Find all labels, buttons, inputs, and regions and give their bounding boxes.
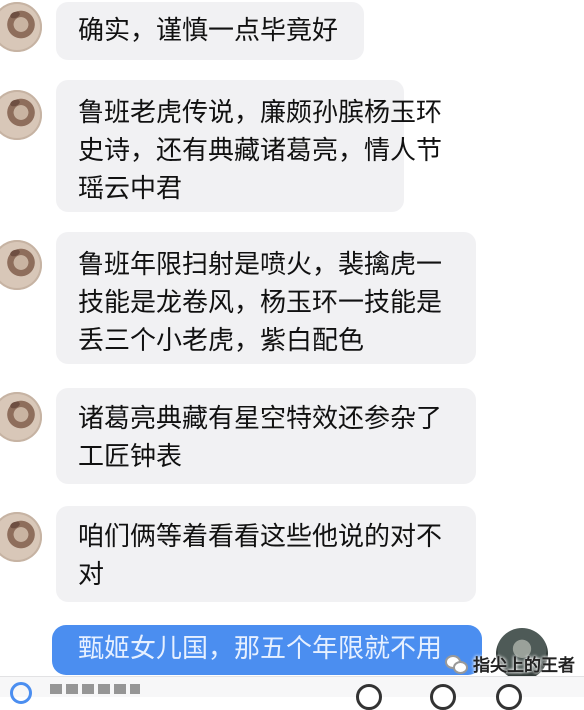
message-text: 史诗，还有典藏诸葛亮，情人节 xyxy=(78,136,443,166)
message-text: 鲁班年限扫射是喷火，裴擒虎一 xyxy=(78,250,443,280)
contact-avatar[interactable] xyxy=(0,90,42,140)
message-text: 工匠钟表 xyxy=(78,442,183,472)
message-text: 瑶云中君 xyxy=(78,174,183,204)
watermark-text: 指尖上的王者 xyxy=(473,655,575,676)
more-icon[interactable] xyxy=(430,684,456,710)
message-bubble: 确实，谨慎一点毕竟好 xyxy=(56,2,364,60)
message-text: 对 xyxy=(78,560,105,590)
message-bubble: 鲁班年限扫射是喷火，裴擒虎一 技能是龙卷风，杨玉环一技能是 丢三个小老虎，紫白配… xyxy=(56,232,476,364)
emoji-icon[interactable] xyxy=(356,684,382,710)
message-bubble: 咱们俩等着看看这些他说的对不 对 xyxy=(56,506,476,602)
message-text: 技能是龙卷风，杨玉环一技能是 xyxy=(78,288,443,318)
contact-avatar[interactable] xyxy=(0,392,42,442)
watermark: 指尖上的王者 xyxy=(445,650,575,676)
wechat-icon xyxy=(445,654,468,674)
message-text: 诸葛亮典藏有星空特效还参杂了 xyxy=(78,404,443,434)
message-text: 咱们俩等着看看这些他说的对不 xyxy=(78,522,443,552)
message-bubble: 鲁班老虎传说，廉颇孙膑杨玉环 史诗，还有典藏诸葛亮，情人节 瑶云中君 xyxy=(56,80,443,212)
message-text: 确实，谨慎一点毕竟好 xyxy=(78,16,339,46)
own-message-bubble: 甄姬女儿国，那五个年限就不用 xyxy=(52,625,482,675)
contact-avatar[interactable] xyxy=(0,240,42,290)
message-text: 丢三个小老虎，紫白配色 xyxy=(78,326,365,356)
contact-avatar[interactable] xyxy=(0,2,42,52)
contact-avatar[interactable] xyxy=(0,512,42,562)
message-bubble: 诸葛亮典藏有星空特效还参杂了 工匠钟表 xyxy=(56,388,476,484)
plus-icon[interactable] xyxy=(496,684,522,710)
message-text: 鲁班老虎传说，廉颇孙膑杨玉环 xyxy=(78,98,443,128)
voice-icon[interactable] xyxy=(10,682,32,704)
message-input[interactable] xyxy=(50,684,140,694)
